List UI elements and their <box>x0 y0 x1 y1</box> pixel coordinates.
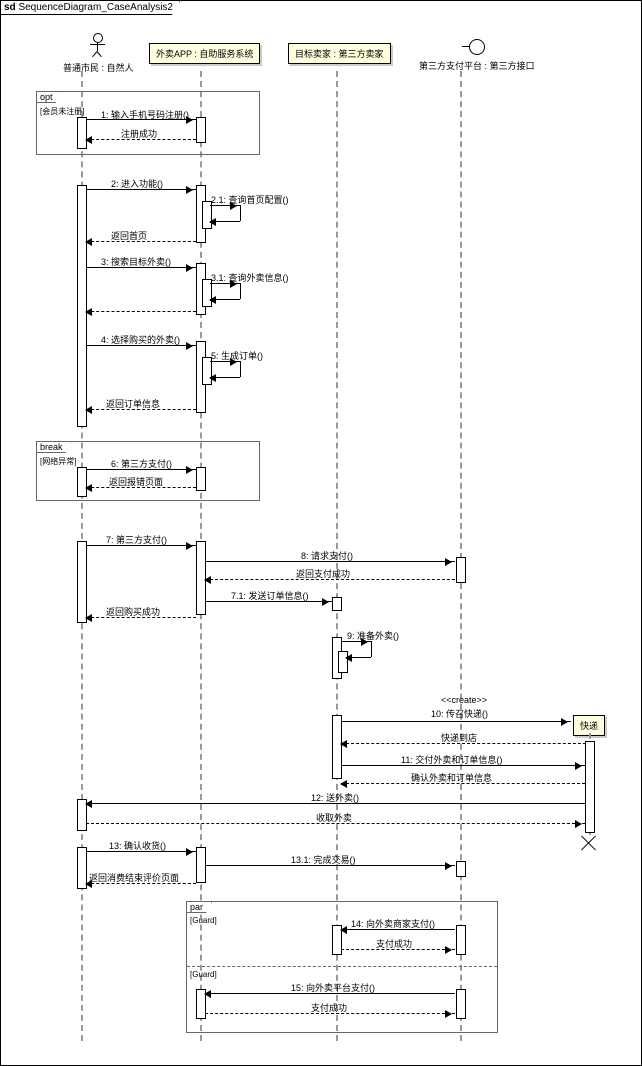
arrow-self-back <box>210 299 240 300</box>
activation-box <box>77 185 87 427</box>
activation-box <box>456 925 466 955</box>
sequence-diagram-frame: sd SequenceDiagram_CaseAnalysis2 普通市民 : … <box>0 0 642 1066</box>
par-guard2: [Guard] <box>190 970 217 979</box>
arrow-self <box>210 283 240 284</box>
payment-label: 第三方支付平台 : 第三方接口 <box>419 59 535 72</box>
activation-box <box>77 117 87 149</box>
arrow <box>205 561 455 562</box>
arrow-self-side <box>371 641 372 657</box>
activation-box <box>456 557 466 583</box>
merchant-label: 目标卖家 : 第三方卖家 <box>295 49 384 59</box>
interface-icon <box>419 39 535 57</box>
arrow <box>341 929 455 930</box>
arrow-self <box>210 361 240 362</box>
arrow-self <box>341 641 371 642</box>
opt-guard: [会员未注册] <box>40 106 84 117</box>
arrow <box>86 469 196 470</box>
arrow <box>86 545 196 546</box>
arrow <box>86 803 585 804</box>
arrow <box>86 119 196 120</box>
activation-box <box>196 117 206 143</box>
activation-box <box>196 467 206 491</box>
arrow <box>86 851 196 852</box>
activation-box <box>585 741 595 833</box>
arrow <box>86 311 196 312</box>
break-guard: [网络异常] <box>40 456 76 467</box>
lifeline-merchant: 目标卖家 : 第三方卖家 <box>288 43 391 64</box>
arrow <box>86 487 196 488</box>
arrow <box>86 267 196 268</box>
par-guard1: [Guard] <box>190 916 217 925</box>
arrow <box>205 1013 455 1014</box>
diagram-title-tab: sd SequenceDiagram_CaseAnalysis2 <box>1 1 180 15</box>
par-label: par <box>187 902 212 913</box>
arrow <box>341 721 571 722</box>
stereotype-create: <<create>> <box>441 695 487 705</box>
arrow <box>341 743 586 744</box>
citizen-label: 普通市民 : 自然人 <box>63 61 134 74</box>
arrow <box>86 617 196 618</box>
courier-label: 快递 <box>580 721 598 731</box>
arrow <box>86 409 196 410</box>
diagram-title: SequenceDiagram_CaseAnalysis2 <box>18 2 173 13</box>
stick-figure-icon <box>88 33 108 61</box>
activation-box <box>456 861 466 877</box>
par-divider <box>187 966 497 967</box>
lifeline-line-payment <box>460 71 462 1041</box>
arrow <box>86 139 196 140</box>
activation-box <box>456 989 466 1019</box>
activation-box <box>332 597 342 611</box>
arrow <box>205 993 455 994</box>
app-label: 外卖APP : 自助服务系统 <box>156 49 253 59</box>
arrow <box>86 345 196 346</box>
arrow <box>341 765 585 766</box>
fragment-opt: opt [会员未注册] <box>36 91 260 155</box>
arrow-self-back <box>346 657 371 658</box>
actor-citizen: 普通市民 : 自然人 <box>63 33 134 74</box>
fragment-break: break [网络异常] <box>36 441 260 501</box>
arrow <box>341 949 455 950</box>
sd-prefix: sd <box>4 2 16 13</box>
arrow <box>86 189 196 190</box>
destruction-icon <box>581 835 597 851</box>
activation-box <box>77 541 87 623</box>
actor-payment: 第三方支付平台 : 第三方接口 <box>419 39 535 72</box>
arrow <box>86 823 585 824</box>
arrow-self-side <box>240 361 241 377</box>
arrow-self-side <box>240 283 241 299</box>
arrow <box>341 783 585 784</box>
break-label: break <box>37 442 72 453</box>
arrow-self-back <box>210 221 240 222</box>
arrow <box>86 241 196 242</box>
activation-box <box>77 467 87 497</box>
arrow-self-back <box>210 377 240 378</box>
arrow-self <box>210 205 240 206</box>
arrow <box>205 601 332 602</box>
msg-10: 10: 传召快递() <box>431 707 488 720</box>
arrow-self-side <box>240 205 241 221</box>
arrow <box>86 883 196 884</box>
lifeline-app: 外卖APP : 自助服务系统 <box>149 43 260 64</box>
arrow <box>205 579 455 580</box>
opt-label: opt <box>37 92 62 103</box>
arrow <box>205 865 455 866</box>
